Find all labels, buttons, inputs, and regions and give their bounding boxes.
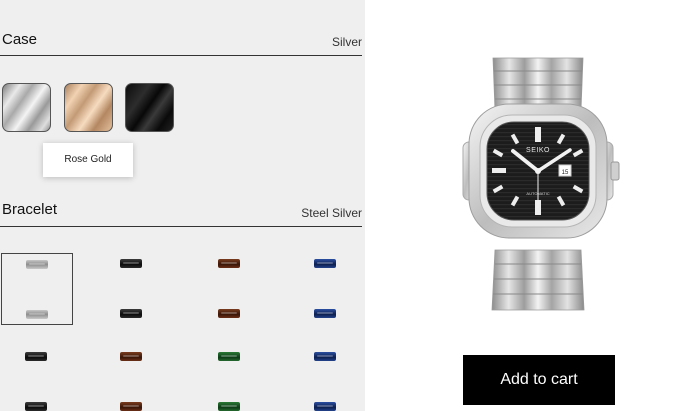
swatch-tooltip: Rose Gold — [43, 143, 133, 177]
strap-bottom-image — [314, 402, 336, 411]
strap-top-image — [120, 259, 142, 268]
bracelet-divider — [0, 226, 362, 227]
case-section-title: Case — [2, 31, 38, 48]
svg-text:15: 15 — [562, 170, 569, 176]
case-swatch-rose-gold[interactable] — [64, 83, 113, 132]
bracelet-option-steel-silver[interactable] — [1, 253, 73, 325]
strap-bottom-image — [26, 310, 48, 319]
customizer-panel: Case Silver Rose Gold Bracelet Steel Sil… — [0, 0, 365, 411]
strap-top-image — [120, 352, 142, 361]
product-preview: 15 SEIKO AUTOMATIC Add to cart — [365, 0, 680, 411]
strap-top-image — [218, 259, 240, 268]
add-to-cart-button[interactable]: Add to cart — [463, 355, 615, 405]
case-swatch-black[interactable] — [125, 83, 174, 132]
bracelet-selected-value: Steel Silver — [301, 206, 362, 220]
bracelet-grid — [0, 250, 362, 411]
case-divider — [0, 55, 362, 56]
strap-top-image — [218, 352, 240, 361]
bracelet-option-blue[interactable] — [292, 253, 364, 325]
bracelet-option-green[interactable] — [195, 346, 267, 411]
watch-image: 15 SEIKO AUTOMATIC — [462, 57, 620, 311]
strap-bottom-image — [314, 309, 336, 318]
strap-top-image — [314, 352, 336, 361]
bracelet-section-title: Bracelet — [2, 201, 58, 218]
strap-bottom-image — [120, 402, 142, 411]
strap-bottom-image — [120, 309, 142, 318]
strap-bottom-image — [25, 402, 47, 411]
strap-top-image — [25, 352, 47, 361]
dial-brand-text: SEIKO — [526, 147, 550, 154]
bracelet-option-black-leather[interactable] — [1, 346, 73, 411]
bracelet-option-brown-leather[interactable] — [195, 253, 267, 325]
strap-top-image — [26, 260, 48, 269]
case-swatch-silver[interactable] — [2, 83, 51, 132]
bracelet-option-brown[interactable] — [98, 346, 170, 411]
strap-bottom-image — [218, 402, 240, 411]
bracelet-option-navy[interactable] — [292, 346, 364, 411]
case-selected-value: Silver — [331, 35, 362, 49]
strap-bottom-image — [218, 309, 240, 318]
strap-top-image — [314, 259, 336, 268]
bracelet-option-black-steel[interactable] — [98, 253, 170, 325]
